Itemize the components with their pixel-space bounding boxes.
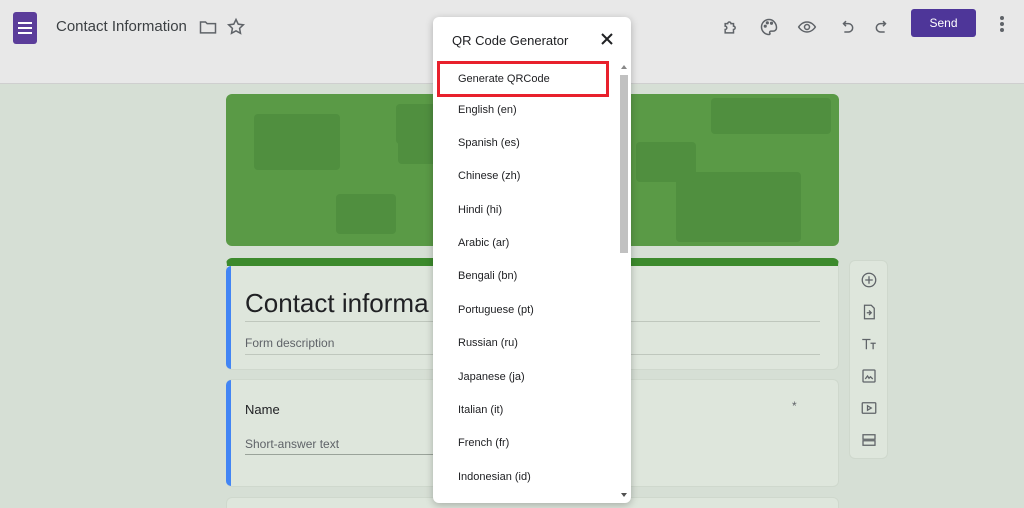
add-image-icon[interactable] (859, 366, 879, 386)
scrollbar-thumb[interactable] (620, 75, 628, 253)
preview-eye-icon[interactable] (796, 16, 818, 38)
menu-item-japanese[interactable]: Japanese (ja) (433, 360, 619, 393)
required-marker: * (792, 399, 797, 413)
menu-item-russian[interactable]: Russian (ru) (433, 326, 619, 359)
form-description-field[interactable]: Form description (245, 336, 334, 350)
menu-item-english[interactable]: English (en) (433, 93, 619, 126)
add-title-icon[interactable] (859, 334, 879, 354)
scroll-down-arrow-icon[interactable] (621, 493, 627, 497)
menu-scrollbar[interactable] (619, 65, 629, 497)
qr-code-generator-dialog: QR Code Generator Generate QRCode Englis… (433, 17, 631, 503)
redo-icon[interactable] (872, 16, 894, 38)
menu-item-indonesian[interactable]: Indonesian (id) (433, 460, 619, 493)
question-toolbar (849, 260, 888, 459)
folder-icon[interactable] (197, 16, 219, 38)
language-menu: Generate QRCode English (en) Spanish (es… (433, 59, 619, 503)
more-options-icon[interactable] (996, 14, 1008, 34)
undo-icon[interactable] (835, 16, 857, 38)
send-button[interactable]: Send (911, 9, 976, 37)
add-question-icon[interactable] (859, 270, 879, 290)
scroll-up-arrow-icon[interactable] (621, 65, 627, 69)
menu-item-portuguese[interactable]: Portuguese (pt) (433, 293, 619, 326)
import-questions-icon[interactable] (859, 302, 879, 322)
add-ons-puzzle-icon[interactable] (720, 16, 742, 38)
question-title[interactable]: Name (245, 402, 280, 417)
short-answer-hint: Short-answer text (245, 437, 340, 451)
menu-item-italian[interactable]: Italian (it) (433, 393, 619, 426)
close-icon[interactable] (599, 31, 615, 47)
menu-item-chinese[interactable]: Chinese (zh) (433, 159, 619, 192)
palette-icon[interactable] (758, 16, 780, 38)
menu-item-spanish[interactable]: Spanish (es) (433, 126, 619, 159)
menu-item-generate-qrcode[interactable]: Generate QRCode (437, 61, 609, 97)
document-title[interactable]: Contact Information (56, 18, 187, 35)
menu-item-hindi[interactable]: Hindi (hi) (433, 193, 619, 226)
star-icon[interactable] (225, 16, 247, 38)
menu-item-bengali[interactable]: Bengali (bn) (433, 259, 619, 292)
add-section-icon[interactable] (859, 430, 879, 450)
menu-item-french[interactable]: French (fr) (433, 426, 619, 459)
add-video-icon[interactable] (859, 398, 879, 418)
forms-logo-icon[interactable] (13, 12, 37, 44)
dialog-title: QR Code Generator (452, 33, 569, 48)
menu-item-arabic[interactable]: Arabic (ar) (433, 226, 619, 259)
form-title[interactable]: Contact informa (245, 288, 429, 319)
